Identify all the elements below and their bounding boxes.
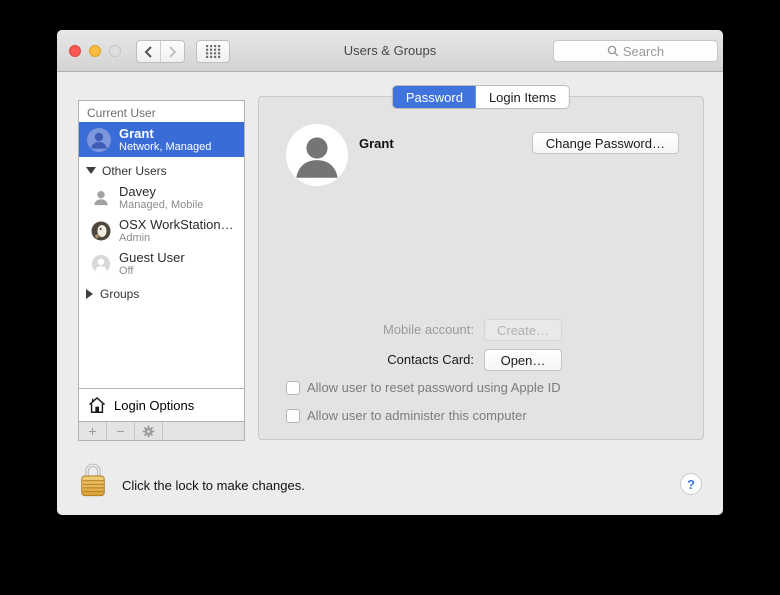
users-groups-window: Users & Groups Search Current User Grant… — [57, 30, 723, 515]
apple-id-reset-row: Allow user to reset password using Apple… — [286, 380, 561, 395]
tab-login-items[interactable]: Login Items — [475, 86, 570, 108]
lock-message: Click the lock to make changes. — [122, 478, 305, 493]
mobile-account-row: Mobile account: Create… — [259, 319, 703, 341]
open-contacts-card-button[interactable]: Open… — [484, 349, 562, 371]
add-user-button[interactable]: + — [79, 422, 107, 440]
login-options-label: Login Options — [114, 397, 195, 413]
user-row-guest[interactable]: Guest User Off — [79, 247, 244, 280]
person-silhouette-icon — [91, 188, 111, 208]
administer-computer-checkbox[interactable] — [286, 408, 300, 423]
search-field[interactable]: Search — [553, 40, 718, 62]
login-options-row[interactable]: Login Options — [79, 388, 244, 421]
user-avatar-large[interactable] — [286, 124, 348, 186]
search-placeholder: Search — [622, 43, 665, 59]
user-list-sidebar: Current User Grant Network, Managed Othe… — [78, 100, 245, 441]
groups-disclosure[interactable]: Groups — [79, 283, 244, 304]
mobile-account-label: Mobile account: — [382, 322, 474, 337]
selected-user-name: Grant — [359, 136, 394, 151]
user-row-grant[interactable]: Grant Network, Managed — [79, 122, 244, 157]
current-user-header: Current User — [87, 106, 156, 120]
user-photo-icon — [91, 221, 111, 241]
user-avatar-icon — [87, 127, 111, 152]
user-row-davey[interactable]: Davey Managed, Mobile — [79, 181, 244, 214]
disclosure-open-icon — [86, 167, 96, 174]
tab-password[interactable]: Password — [392, 86, 476, 108]
other-users-disclosure[interactable]: Other Users — [79, 160, 244, 181]
create-mobile-account-button: Create… — [484, 319, 562, 341]
search-icon — [607, 45, 619, 57]
apple-id-reset-checkbox[interactable] — [286, 380, 300, 395]
password-pane: Grant Change Password… Mobile account: C… — [258, 96, 704, 440]
contacts-card-label: Contacts Card: — [387, 352, 474, 367]
disclosure-closed-icon — [86, 288, 93, 299]
administer-computer-row: Allow user to administer this computer — [286, 408, 527, 423]
help-button[interactable]: ? — [680, 473, 702, 495]
lock-icon — [81, 463, 105, 497]
question-mark-icon: ? — [687, 476, 695, 492]
contacts-card-row: Contacts Card: Open… — [259, 349, 703, 371]
change-password-button[interactable]: Change Password… — [531, 132, 679, 154]
current-user-subtitle: Network, Managed — [119, 140, 212, 153]
lock-button[interactable] — [77, 460, 109, 503]
current-user-name: Grant — [119, 125, 154, 141]
tab-bar: Password Login Items — [392, 86, 570, 108]
user-row-osx-workstation[interactable]: OSX WorkStation… Admin — [79, 214, 244, 247]
remove-user-button[interactable]: − — [107, 422, 135, 440]
home-icon — [89, 396, 105, 413]
titlebar: Users & Groups Search — [57, 30, 723, 72]
gear-icon — [142, 425, 155, 437]
sidebar-toolbar: + − — [79, 421, 244, 440]
guest-avatar-icon — [91, 254, 111, 274]
action-gear-button[interactable] — [135, 422, 163, 440]
